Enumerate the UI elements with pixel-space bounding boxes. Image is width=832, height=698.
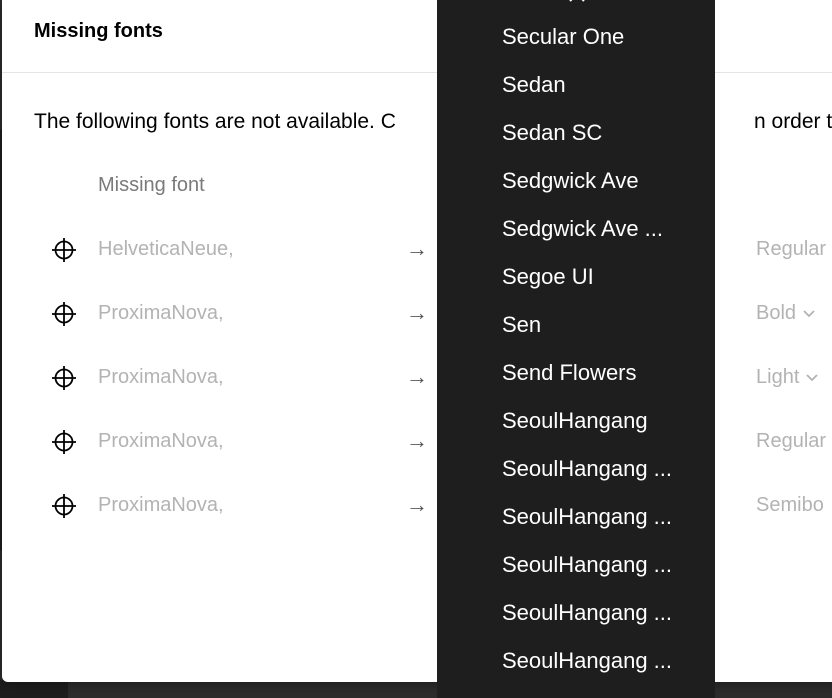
crosshair-icon[interactable] (50, 492, 78, 520)
dialog-description: The following fonts are not available. C (34, 110, 396, 134)
style-select-value: Light (756, 366, 800, 388)
font-option[interactable]: Sedan SC (502, 120, 602, 146)
backdrop-panel-bottom (0, 680, 68, 698)
font-option[interactable]: SeoulHangang (502, 408, 648, 434)
style-select[interactable]: Semibo (756, 494, 824, 517)
missing-font-name: ProximaNova, (98, 494, 224, 516)
crosshair-icon[interactable] (50, 364, 78, 392)
arrow-right-icon: → (406, 428, 428, 453)
crosshair-icon[interactable] (50, 236, 78, 264)
missing-font-name: ProximaNova, (98, 430, 224, 452)
font-option[interactable]: Segoe UI (502, 264, 594, 290)
style-select[interactable]: Bold (756, 302, 816, 325)
font-option[interactable]: SeoulHangang ... (502, 504, 672, 530)
style-select[interactable]: Light (756, 366, 819, 389)
font-option[interactable]: Secular One (502, 24, 624, 50)
description-text: The following fonts are not available. C (34, 110, 396, 133)
style-select-value: Bold (756, 302, 797, 324)
missing-font-name: ProximaNova, (98, 366, 224, 388)
font-option[interactable]: Sedgwick Ave ... (502, 216, 663, 242)
style-select[interactable]: Regular (756, 430, 826, 453)
font-picker-dropdown[interactable]: Secular One Sedan Sedan SC Sedgwick Ave Sedg… (437, 0, 715, 698)
arrow-right-icon: → (406, 364, 428, 389)
missing-font-name: HelveticaNeue, (98, 238, 234, 260)
arrow-right-icon: → (406, 492, 428, 517)
column-header-missing-font: Missing font (98, 174, 205, 196)
font-option[interactable]: Sen (502, 312, 541, 338)
missing-font-name: ProximaNova, (98, 302, 224, 324)
font-option[interactable]: SeoulHangang ... (502, 600, 672, 626)
style-select-value: Semibo (756, 494, 824, 516)
font-option[interactable]: SeoulHangang ... (502, 552, 672, 578)
chevron-down-icon (806, 374, 819, 382)
style-select[interactable]: Regular (756, 238, 826, 261)
chevron-down-icon (803, 310, 815, 318)
dialog-title: Missing fonts (34, 20, 163, 42)
crosshair-icon[interactable] (50, 428, 78, 456)
crosshair-icon[interactable] (50, 300, 78, 328)
arrow-right-icon: → (406, 300, 428, 325)
font-option[interactable]: SeoulHangang ... (502, 456, 672, 482)
caret-up-icon[interactable] (567, 0, 587, 4)
arrow-right-icon: → (406, 236, 428, 261)
font-option[interactable]: SeoulHangang ... (502, 648, 672, 674)
style-select-value: Regular (756, 430, 827, 452)
font-option[interactable]: Sedgwick Ave (502, 168, 639, 194)
style-select-value: Regular (756, 238, 827, 260)
font-option[interactable]: Send Flowers (502, 360, 637, 386)
font-option[interactable]: Sedan (502, 72, 566, 98)
description-tail: n order to ec (754, 110, 832, 133)
